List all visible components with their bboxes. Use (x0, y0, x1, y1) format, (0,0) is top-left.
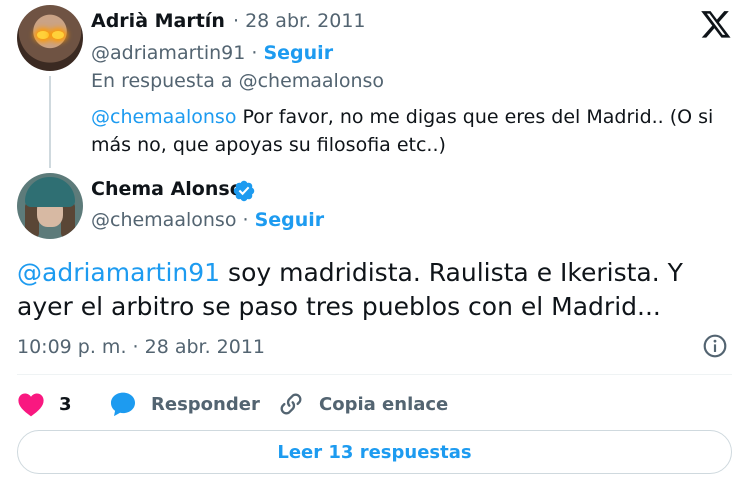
parent-separator: · (245, 42, 264, 64)
heart-icon (18, 393, 44, 417)
like-button[interactable]: 3 (17, 389, 72, 419)
read-replies-button[interactable]: Leer 13 respuestas (17, 430, 732, 474)
main-tweet-text: @adriamartin91 soy madridista. Raulista … (17, 256, 732, 324)
parent-mention-link[interactable]: @chemaalonso (91, 106, 236, 128)
avatar-parent[interactable] (17, 5, 83, 71)
parent-handle-row: @adriamartin91 · Seguir (91, 42, 333, 64)
glowing-eye-left (37, 31, 49, 39)
info-icon[interactable] (702, 333, 728, 359)
main-author-name[interactable]: Chema Alonso (91, 178, 243, 200)
x-logo-icon[interactable] (700, 8, 732, 40)
reply-label: Responder (151, 393, 260, 415)
link-icon (280, 393, 302, 415)
tweet-timestamp[interactable]: 10:09 p. m. · 28 abr. 2011 (17, 336, 265, 358)
parent-author-name[interactable]: Adrià Martín (91, 10, 225, 32)
parent-follow-button[interactable]: Seguir (263, 42, 333, 64)
parent-tweet-text: @chemaalonso Por favor, no me digas que … (91, 103, 731, 159)
speech-bubble-icon (110, 392, 136, 417)
main-handle-row: @chemaalonso · Seguir (91, 209, 324, 231)
copy-link-label: Copia enlace (319, 393, 449, 415)
reply-to-label: En respuesta a @chemaalonso (91, 70, 385, 92)
like-count: 3 (59, 393, 72, 415)
main-mention-link[interactable]: @adriamartin91 (17, 258, 220, 287)
parent-handle[interactable]: @adriamartin91 (91, 42, 245, 64)
glowing-eye-right (52, 31, 64, 39)
main-follow-button[interactable]: Seguir (255, 209, 325, 231)
avatar-main[interactable] (17, 173, 83, 239)
verified-badge-icon (233, 180, 255, 202)
thread-connector-line (49, 76, 51, 168)
avatar-hat (25, 177, 75, 207)
reply-button[interactable]: Responder (109, 389, 260, 419)
tweet-card: Adrià Martín · 28 abr. 2011 @adriamartin… (0, 0, 750, 483)
main-separator: · (236, 209, 255, 231)
main-handle[interactable]: @chemaalonso (91, 209, 236, 231)
divider (17, 374, 732, 375)
parent-date[interactable]: · 28 abr. 2011 (233, 10, 366, 32)
copy-link-button[interactable]: Copia enlace (277, 389, 448, 419)
